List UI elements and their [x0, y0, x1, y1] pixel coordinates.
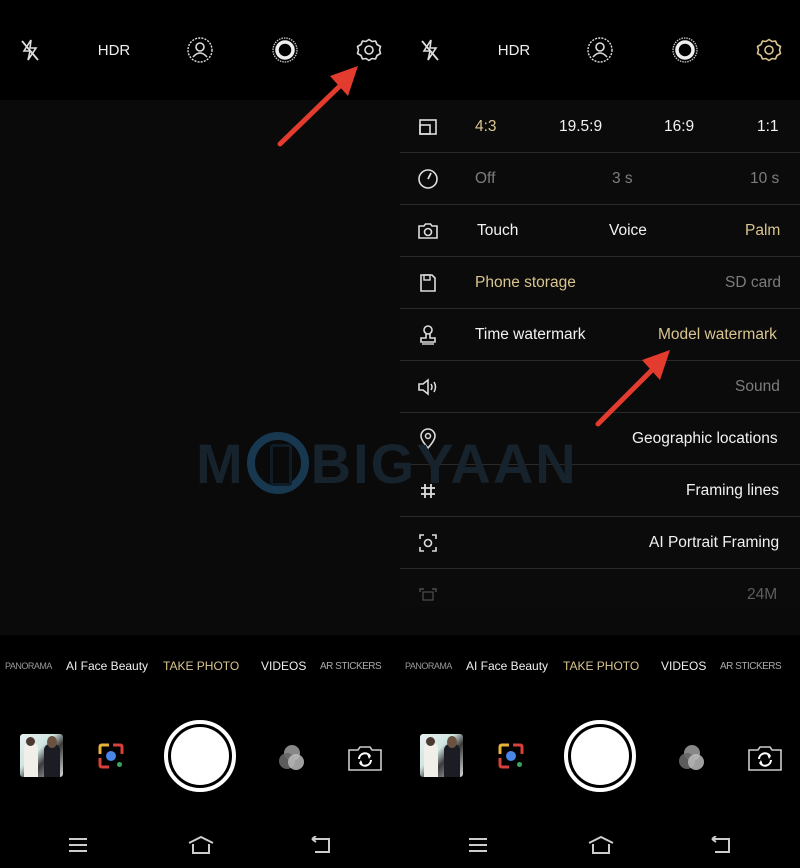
google-lens-icon[interactable]	[496, 741, 526, 771]
system-nav-bar	[400, 826, 800, 866]
camera-icon	[416, 219, 440, 243]
settings-gear-icon	[756, 38, 782, 62]
shutter-button[interactable]	[564, 720, 636, 792]
home-icon[interactable]	[586, 834, 616, 856]
mode-selector: PANORAMA AI Face Beauty TAKE PHOTO VIDEO…	[400, 655, 800, 679]
camera-top-bar: HDR	[0, 0, 400, 100]
back-icon[interactable]	[710, 836, 732, 854]
shutter-button[interactable]	[164, 720, 236, 792]
speaker-icon	[416, 375, 440, 399]
live-photo-button[interactable]	[267, 34, 303, 66]
live-photo-icon	[672, 37, 698, 63]
mode-ar-stickers[interactable]: AR STICKERS	[320, 661, 382, 672]
site-watermark: M BIGYAAN	[196, 428, 626, 498]
aspect-4-3[interactable]: 4:3	[475, 118, 497, 136]
switch-camera-icon[interactable]	[347, 744, 383, 772]
aspect-16-9[interactable]: 16:9	[664, 118, 694, 136]
flash-toggle-button[interactable]	[12, 34, 48, 66]
aspect-ratio-icon	[416, 115, 440, 139]
aspect-19-5-9[interactable]: 19.5:9	[559, 118, 602, 136]
filters-icon[interactable]	[276, 742, 308, 774]
storage-icon	[416, 271, 440, 295]
watermark-logo-icon	[246, 432, 309, 494]
mode-selector: PANORAMA AI Face Beauty TAKE PHOTO VIDEO…	[0, 655, 400, 679]
home-icon[interactable]	[186, 834, 216, 856]
setting-ai-portrait-framing[interactable]: AI Portrait Framing	[400, 517, 800, 569]
capture-palm[interactable]: Palm	[745, 222, 780, 240]
resolution-icon	[416, 583, 440, 606]
sound-label[interactable]: Sound	[735, 378, 780, 396]
flash-toggle-button[interactable]	[412, 34, 448, 66]
capture-voice[interactable]: Voice	[609, 222, 647, 240]
watermark-text-right: BIGYAAN	[310, 431, 578, 495]
system-nav-bar	[0, 826, 400, 866]
camera-top-bar: HDR	[400, 0, 800, 100]
watermark-time[interactable]: Time watermark	[475, 326, 586, 344]
hdr-button[interactable]: HDR	[496, 34, 532, 66]
geographic-locations-label[interactable]: Geographic locations	[632, 430, 778, 448]
storage-phone[interactable]: Phone storage	[475, 274, 576, 292]
mode-ar-stickers[interactable]: AR STICKERS	[720, 661, 782, 672]
settings-button-active[interactable]	[751, 34, 787, 66]
portrait-button[interactable]	[182, 34, 218, 66]
setting-storage: Phone storage SD card	[400, 257, 800, 309]
setting-aspect-ratio: 4:3 19.5:9 16:9 1:1	[400, 101, 800, 153]
filters-icon[interactable]	[676, 742, 708, 774]
live-photo-button[interactable]	[667, 34, 703, 66]
face-frame-icon	[416, 531, 440, 555]
aspect-1-1[interactable]: 1:1	[757, 118, 779, 136]
setting-capture-method: Touch Voice Palm	[400, 205, 800, 257]
framing-lines-label[interactable]: Framing lines	[686, 482, 779, 500]
storage-sd-card[interactable]: SD card	[725, 274, 781, 292]
back-icon[interactable]	[310, 836, 332, 854]
portrait-mode-icon	[587, 37, 613, 63]
setting-resolution[interactable]: 24M	[400, 569, 800, 606]
mode-take-photo[interactable]: TAKE PHOTO	[163, 659, 239, 673]
gallery-thumbnail[interactable]	[420, 734, 463, 777]
timer-off[interactable]: Off	[475, 170, 495, 188]
camera-viewfinder[interactable]	[0, 100, 400, 635]
menu-icon[interactable]	[67, 836, 89, 854]
settings-gear-icon	[356, 38, 382, 62]
live-photo-icon	[272, 37, 298, 63]
resolution-label[interactable]: 24M	[747, 586, 777, 604]
settings-button[interactable]	[351, 34, 387, 66]
setting-timer: Off 3 s 10 s	[400, 153, 800, 205]
capture-controls	[0, 718, 400, 796]
watermark-text-left: M	[196, 431, 245, 495]
portrait-button[interactable]	[582, 34, 618, 66]
gallery-thumbnail[interactable]	[20, 734, 63, 777]
google-lens-icon[interactable]	[96, 741, 126, 771]
timer-3s[interactable]: 3 s	[612, 170, 633, 188]
ai-portrait-framing-label[interactable]: AI Portrait Framing	[649, 534, 779, 552]
hdr-button[interactable]: HDR	[96, 34, 132, 66]
camera-settings-panel: 4:3 19.5:9 16:9 1:1 Off 3 s 10 s Touch V…	[400, 101, 800, 606]
flash-off-icon	[21, 39, 39, 61]
flash-off-icon	[421, 39, 439, 61]
mode-videos[interactable]: VIDEOS	[261, 659, 306, 673]
portrait-mode-icon	[187, 37, 213, 63]
capture-touch[interactable]: Touch	[477, 222, 518, 240]
mode-videos[interactable]: VIDEOS	[661, 659, 706, 673]
timer-10s[interactable]: 10 s	[750, 170, 779, 188]
mode-panorama[interactable]: PANORAMA	[405, 661, 452, 671]
mode-ai-face-beauty[interactable]: AI Face Beauty	[466, 659, 548, 673]
timer-icon	[416, 167, 440, 191]
setting-watermark: Time watermark Model watermark	[400, 309, 800, 361]
mode-take-photo[interactable]: TAKE PHOTO	[563, 659, 639, 673]
capture-controls	[400, 718, 800, 796]
watermark-model[interactable]: Model watermark	[658, 326, 777, 344]
setting-sound[interactable]: Sound	[400, 361, 800, 413]
stamp-icon	[416, 323, 440, 347]
switch-camera-icon[interactable]	[747, 744, 783, 772]
mode-panorama[interactable]: PANORAMA	[5, 661, 52, 671]
menu-icon[interactable]	[467, 836, 489, 854]
mode-ai-face-beauty[interactable]: AI Face Beauty	[66, 659, 148, 673]
